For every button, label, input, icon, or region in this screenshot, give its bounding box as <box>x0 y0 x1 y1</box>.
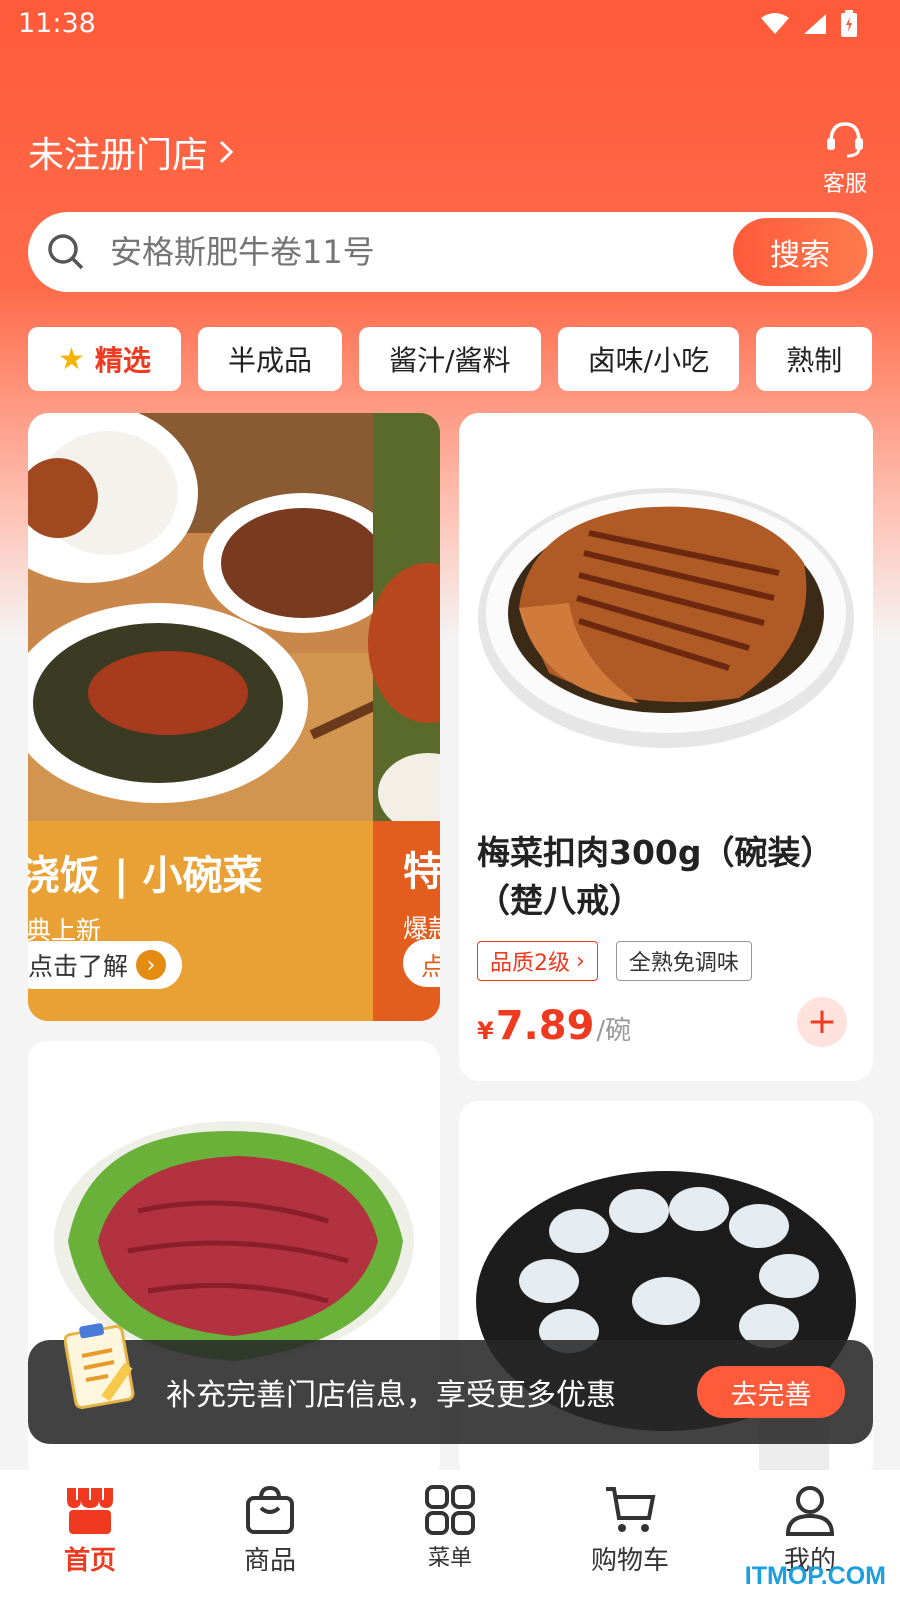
search-icon <box>48 234 84 270</box>
headset-icon <box>827 122 863 158</box>
grid-icon <box>425 1485 475 1535</box>
add-to-cart-button[interactable]: + <box>797 997 847 1047</box>
search-bar: 搜索 <box>28 212 873 292</box>
category-tabs: ★ 精选 半成品 酱汁/酱料 卤味/小吃 熟制 <box>28 327 873 393</box>
chevron-right-icon <box>219 140 234 164</box>
banner-title: 浇饭 | 小碗菜 <box>28 853 263 899</box>
product-title: 梅菜扣肉300g（碗装）（楚八戒） <box>477 833 834 920</box>
clipboard-icon <box>64 1323 135 1410</box>
user-icon <box>785 1486 835 1536</box>
watermark: ITMOP.COM <box>744 1562 886 1590</box>
banner-side-title: 特 <box>403 849 440 895</box>
chevron-right-circle-icon: › <box>136 950 167 980</box>
tab-label: 商品 <box>243 1546 296 1576</box>
price-currency: ¥ <box>477 1017 494 1045</box>
signal-icon <box>804 14 826 34</box>
tab-label: 购物车 <box>590 1546 669 1576</box>
tab-label: 菜单 <box>427 1546 472 1571</box>
bag-icon <box>246 1485 294 1534</box>
tag-label: 全熟免调味 <box>628 951 739 976</box>
status-bar: 11:38 <box>0 0 900 50</box>
category-chip-featured[interactable]: ★ 精选 <box>28 327 181 391</box>
tab-label: 首页 <box>63 1546 116 1576</box>
promo-banner[interactable]: 特 爆款 点 浇饭 | 小碗菜 典上新 点击了解 › <box>28 413 440 1021</box>
chevron-right-icon: › <box>576 948 585 974</box>
customer-service-label: 客服 <box>822 172 867 197</box>
category-chip-sauces[interactable]: 酱汁/酱料 <box>359 327 541 391</box>
tag-label: 品质2级 <box>490 951 570 976</box>
category-label: 熟制 <box>786 344 843 377</box>
status-time: 11:38 <box>18 8 96 39</box>
store-label: 未注册门店 <box>28 135 209 176</box>
category-label: 半成品 <box>228 344 313 377</box>
status-icons <box>760 10 858 38</box>
banner-side-button-label: 点 <box>421 952 440 981</box>
battery-icon <box>841 10 857 37</box>
search-input[interactable] <box>110 233 733 271</box>
banner-next-slide: 特 爆款 点 <box>373 821 440 1021</box>
tab-menu[interactable]: 菜单 <box>360 1470 540 1600</box>
category-chip-semi-finished[interactable]: 半成品 <box>198 327 343 391</box>
category-chip-snacks[interactable]: 卤味/小吃 <box>557 327 740 391</box>
plus-icon: + <box>806 1001 838 1042</box>
quality-tag[interactable]: 品质2级 › <box>477 941 598 981</box>
customer-service-button[interactable]: 客服 <box>817 120 873 198</box>
category-label: 精选 <box>94 344 151 377</box>
category-label: 卤味/小吃 <box>587 344 710 377</box>
store-selector[interactable]: 未注册门店 <box>28 126 234 178</box>
banner-button-label: 点击了解 <box>28 952 129 981</box>
product-tags: 品质2级 › 全熟免调味 <box>477 941 752 981</box>
complete-info-button[interactable]: 去完善 <box>697 1366 845 1418</box>
search-button[interactable]: 搜索 <box>733 218 867 286</box>
product-image <box>459 413 873 813</box>
store-info-toast: 补充完善门店信息，享受更多优惠 去完善 <box>28 1323 873 1444</box>
toast-message: 补充完善门店信息，享受更多优惠 <box>166 1378 616 1413</box>
wifi-icon <box>761 13 789 34</box>
price-unit: /碗 <box>596 1016 632 1046</box>
tab-cart[interactable]: 购物车 <box>540 1470 720 1600</box>
banner-food-image <box>28 413 440 821</box>
product-price: ¥ 7.89 /碗 <box>477 1003 631 1049</box>
star-icon: ★ <box>58 341 85 377</box>
category-chip-cooked[interactable]: 熟制 <box>756 327 873 391</box>
store-icon <box>67 1488 113 1534</box>
price-value: 7.89 <box>495 1003 595 1049</box>
banner-learn-more-button[interactable]: 点击了解 › <box>28 941 183 989</box>
category-label: 酱汁/酱料 <box>389 344 511 377</box>
tab-products[interactable]: 商品 <box>180 1470 360 1600</box>
app-root: 11:38 未注册门店 客服 搜索 ★ 精选 半成品 酱汁/酱料 卤味/小吃 熟… <box>0 0 900 1600</box>
header: 未注册门店 客服 <box>28 120 873 200</box>
banner-side-button: 点 <box>403 939 440 987</box>
feature-tag: 全熟免调味 <box>615 941 752 981</box>
product-card[interactable]: 梅菜扣肉300g（碗装）（楚八戒） 品质2级 › 全熟免调味 ¥ 7.89 /碗 … <box>459 413 873 1081</box>
cart-icon <box>606 1487 656 1532</box>
tab-home[interactable]: 首页 <box>0 1470 180 1600</box>
